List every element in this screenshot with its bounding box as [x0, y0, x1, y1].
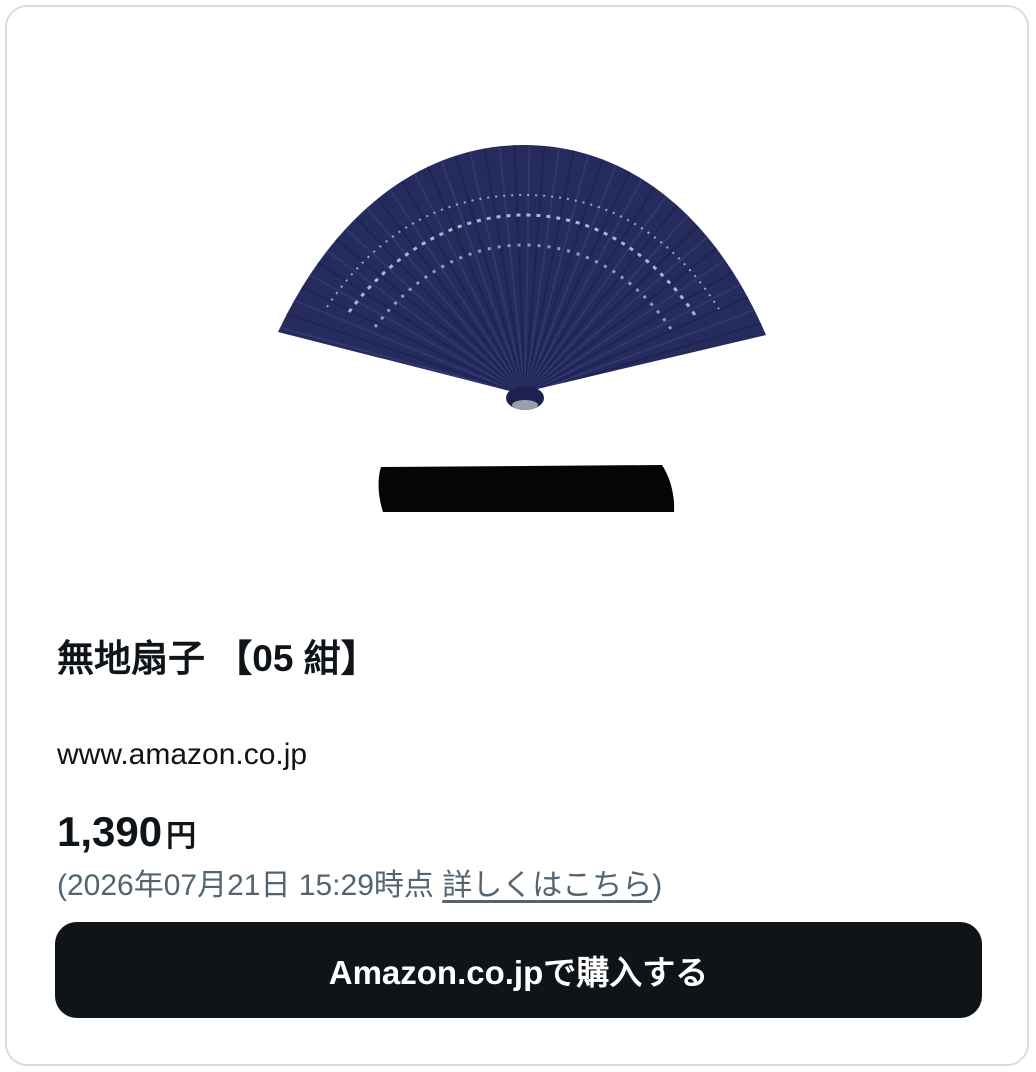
buy-button-label: Amazon.co.jpで購入する	[328, 954, 709, 991]
timestamp-close-paren: )	[652, 869, 663, 902]
price-currency: 円	[166, 820, 197, 853]
buy-on-amazon-button[interactable]: Amazon.co.jpで購入する	[55, 922, 982, 1018]
timestamp-open-paren: (	[57, 869, 67, 902]
price-amount: 1,390	[57, 808, 163, 855]
fan-pivot-highlight	[512, 400, 538, 410]
product-title[interactable]: 無地扇子 【05 紺】	[57, 635, 378, 683]
folding-fan-icon	[278, 145, 766, 512]
price-timestamp: (2026年07月21日 15:29時点 詳しくはこちら)	[57, 865, 662, 907]
details-link[interactable]: 詳しくはこちら	[442, 869, 652, 902]
price: 1,390 円	[57, 807, 196, 867]
product-image[interactable]	[7, 7, 1027, 607]
timestamp-text: 2026年07月21日 15:29時点	[67, 869, 443, 902]
fan-case	[378, 465, 675, 512]
product-card[interactable]: 無地扇子 【05 紺】 www.amazon.co.jp 1,390 円 (202…	[5, 5, 1029, 1066]
source-domain: www.amazon.co.jp	[57, 738, 308, 771]
